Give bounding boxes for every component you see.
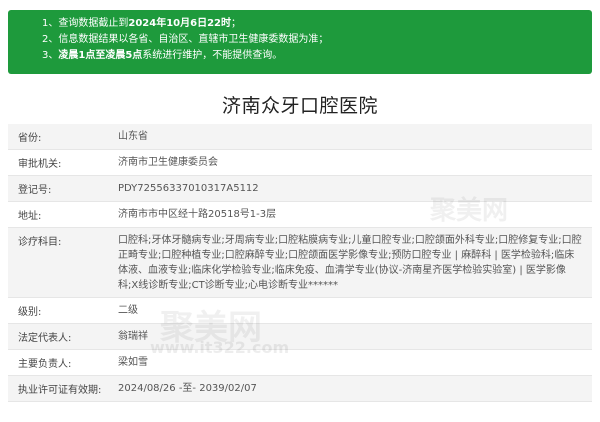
info-table: 省份: 山东省 审批机关: 济南市卫生健康委员会 登记号: PDY7255633… xyxy=(8,124,592,402)
row-value: 2024/08/26 -至- 2039/02/07 xyxy=(118,383,257,394)
row-principal: 主要负责人: 梁如雪 xyxy=(8,350,592,376)
notice-date: 2024年10月6日22时 xyxy=(128,18,231,29)
row-label: 诊疗科目: xyxy=(18,237,62,248)
notice-line-3: 3、凌晨1点至凌晨5点系统进行维护，不能提供查询。 xyxy=(42,50,283,61)
row-legal-representative: 法定代表人: 翁瑞祥 xyxy=(8,324,592,350)
hospital-name: 济南众牙口腔医院 xyxy=(221,95,378,117)
row-value: 山东省 xyxy=(118,131,148,142)
row-value: 二级 xyxy=(118,305,138,316)
row-label: 地址: xyxy=(18,211,42,222)
row-value: 翁瑞祥 xyxy=(118,331,148,342)
row-address: 地址: 济南市市中区经十路20518号1-3层 xyxy=(8,202,592,228)
row-value: 梁如雪 xyxy=(118,357,148,368)
row-license-validity: 执业许可证有效期: 2024/08/26 -至- 2039/02/07 xyxy=(8,376,592,402)
row-label: 省份: xyxy=(18,133,42,144)
row-value: 济南市市中区经十路20518号1-3层 xyxy=(118,209,277,220)
row-registration-number: 登记号: PDY72556337010317A5112 xyxy=(8,176,592,202)
row-value: 口腔科;牙体牙髓病专业;牙周病专业;口腔粘膜病专业;儿童口腔专业;口腔颌面外科专… xyxy=(118,235,582,291)
row-province: 省份: 山东省 xyxy=(8,124,592,150)
row-value: 济南市卫生健康委员会 xyxy=(118,157,218,168)
row-label: 级别: xyxy=(18,307,42,318)
row-label: 执业许可证有效期: xyxy=(18,385,102,396)
row-departments: 诊疗科目: 口腔科;牙体牙髓病专业;牙周病专业;口腔粘膜病专业;儿童口腔专业;口… xyxy=(8,228,592,298)
row-level: 级别: 二级 xyxy=(8,298,592,324)
notice-banner: 1、查询数据截止到2024年10月6日22时； 2、信息数据结果以各省、自治区、… xyxy=(8,10,592,74)
notice-maintenance-window: 凌晨1点至凌晨5点 xyxy=(58,50,143,61)
row-label: 法定代表人: xyxy=(18,333,72,344)
row-label: 主要负责人: xyxy=(18,359,72,370)
row-label: 登记号: xyxy=(18,185,52,196)
row-approval-authority: 审批机关: 济南市卫生健康委员会 xyxy=(8,150,592,176)
row-value: PDY72556337010317A5112 xyxy=(118,183,259,194)
notice-line-1: 1、查询数据截止到2024年10月6日22时； xyxy=(42,18,241,29)
notice-line-2: 2、信息数据结果以各省、自治区、直辖市卫生健康委数据为准； xyxy=(42,34,329,45)
row-label: 审批机关: xyxy=(18,159,62,170)
